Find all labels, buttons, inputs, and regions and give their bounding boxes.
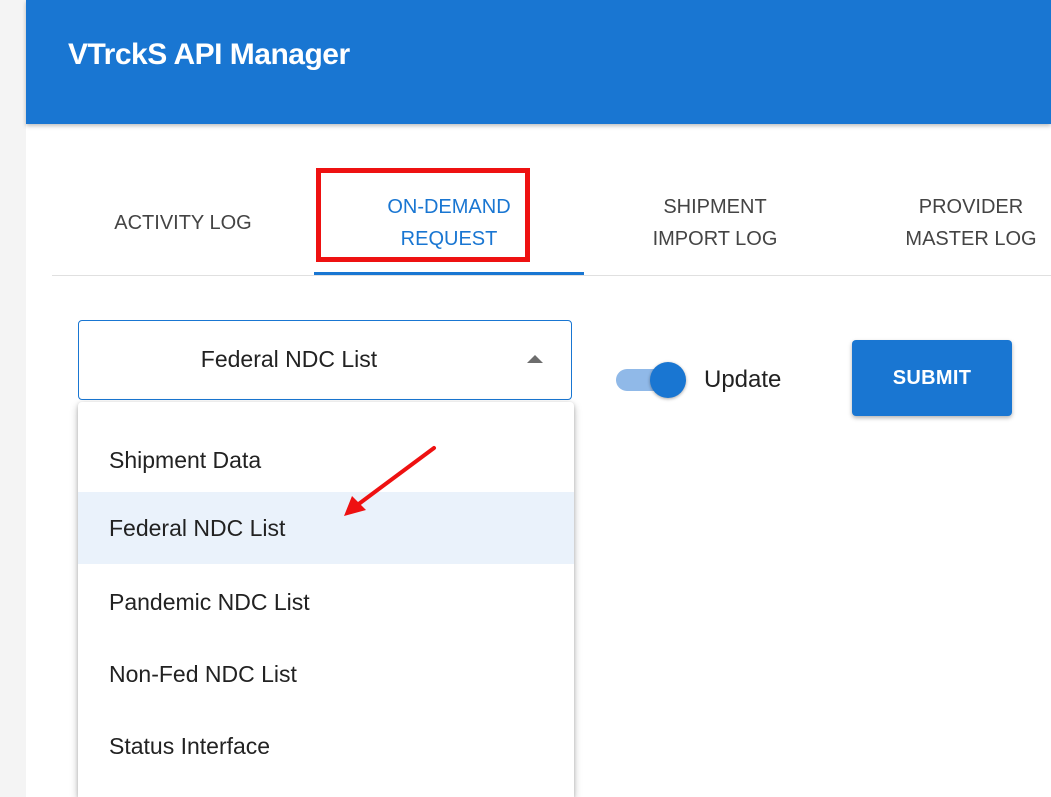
dropdown-option-shipment-data[interactable]: Shipment Data bbox=[78, 424, 574, 496]
arrow-drop-up-icon bbox=[527, 355, 543, 363]
request-type-select[interactable]: Federal NDC List bbox=[78, 320, 572, 400]
submit-button[interactable]: SUBMIT bbox=[852, 340, 1012, 416]
window-edge bbox=[0, 0, 26, 797]
tab-shipment-import-log[interactable]: SHIPMENT IMPORT LOG bbox=[584, 170, 846, 276]
dropdown-option-status-interface[interactable]: Status Interface bbox=[78, 710, 574, 782]
dropdown-option-non-fed-ndc-list[interactable]: Non-Fed NDC List bbox=[78, 638, 574, 710]
tab-provider-master-log[interactable]: PROVIDER MASTER LOG bbox=[846, 170, 1051, 276]
annotation-arrow-icon bbox=[344, 446, 436, 516]
dropdown-option-federal-ndc-list[interactable]: Federal NDC List bbox=[78, 492, 574, 564]
screen: VTrckS API Manager ACTIVITY LOG ON-DEMAN… bbox=[0, 0, 1051, 797]
update-toggle[interactable] bbox=[616, 362, 688, 398]
update-toggle-label: Update bbox=[704, 366, 782, 393]
tab-bar: ACTIVITY LOG ON-DEMAND REQUEST SHIPMENT … bbox=[52, 170, 1051, 276]
dropdown-option-pandemic-ndc-list[interactable]: Pandemic NDC List bbox=[78, 566, 574, 638]
app-page: VTrckS API Manager ACTIVITY LOG ON-DEMAN… bbox=[26, 0, 1051, 797]
tab-divider bbox=[52, 275, 1051, 276]
app-bar: VTrckS API Manager bbox=[26, 0, 1051, 124]
tab-activity-log[interactable]: ACTIVITY LOG bbox=[52, 170, 314, 276]
app-title: VTrckS API Manager bbox=[68, 38, 350, 71]
toggle-thumb bbox=[650, 362, 686, 398]
annotation-highlight-box bbox=[316, 168, 530, 262]
select-value: Federal NDC List bbox=[200, 346, 378, 372]
request-type-dropdown-menu: Shipment Data Federal NDC List Pandemic … bbox=[78, 402, 574, 797]
